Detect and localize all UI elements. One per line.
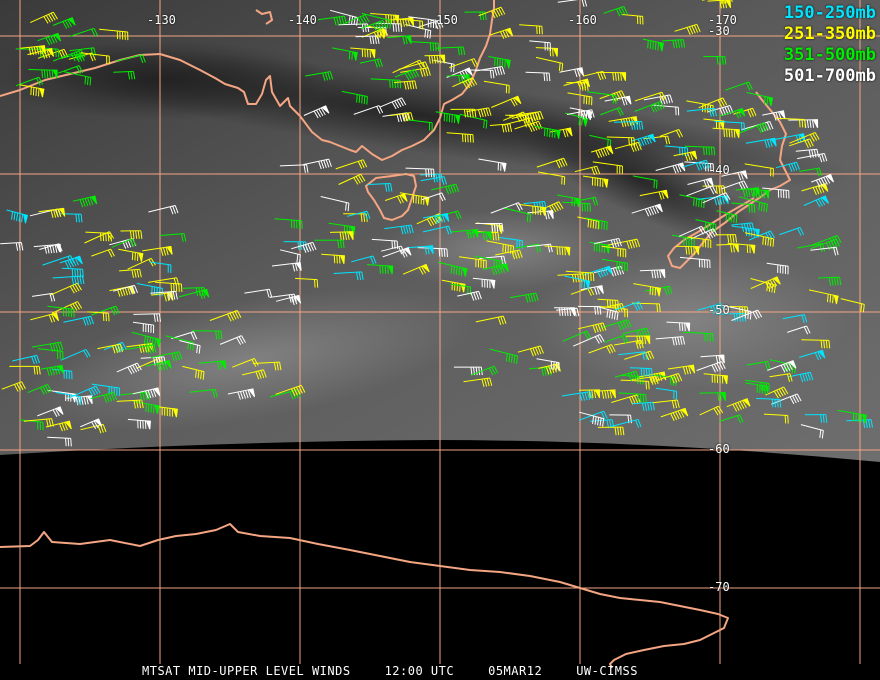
caption-source: UW-CIMSS bbox=[576, 664, 638, 678]
latitude-label: -50 bbox=[708, 303, 730, 317]
caption-time: 12:00 UTC bbox=[384, 664, 455, 678]
latitude-label: -70 bbox=[708, 580, 730, 594]
longitude-label: -140 bbox=[288, 13, 317, 27]
longitude-label: -130 bbox=[147, 13, 176, 27]
longitude-label: -150 bbox=[429, 13, 458, 27]
latitude-label: -30 bbox=[708, 24, 730, 38]
image-caption: MTSAT MID-UPPER LEVEL WINDS 12:00 UTC 05MA… bbox=[142, 664, 672, 678]
satellite-map bbox=[0, 0, 880, 669]
legend-item-351-500: 351-500mb bbox=[783, 45, 876, 65]
pressure-legend: 150-250mb 251-350mb 351-500mb 501-700mb bbox=[784, 3, 876, 87]
caption-date: 05MAR12 bbox=[488, 664, 543, 678]
legend-item-150-250: 150-250mb bbox=[783, 3, 876, 23]
latitude-label: -60 bbox=[708, 442, 730, 456]
antarctica-coastline bbox=[0, 523, 729, 669]
legend-item-501-700: 501-700mb bbox=[783, 66, 876, 86]
latitude-label: -40 bbox=[708, 163, 730, 177]
caption-product: MTSAT MID-UPPER LEVEL WINDS bbox=[142, 664, 351, 678]
legend-item-251-350: 251-350mb bbox=[783, 24, 876, 44]
longitude-label: -160 bbox=[568, 13, 597, 27]
